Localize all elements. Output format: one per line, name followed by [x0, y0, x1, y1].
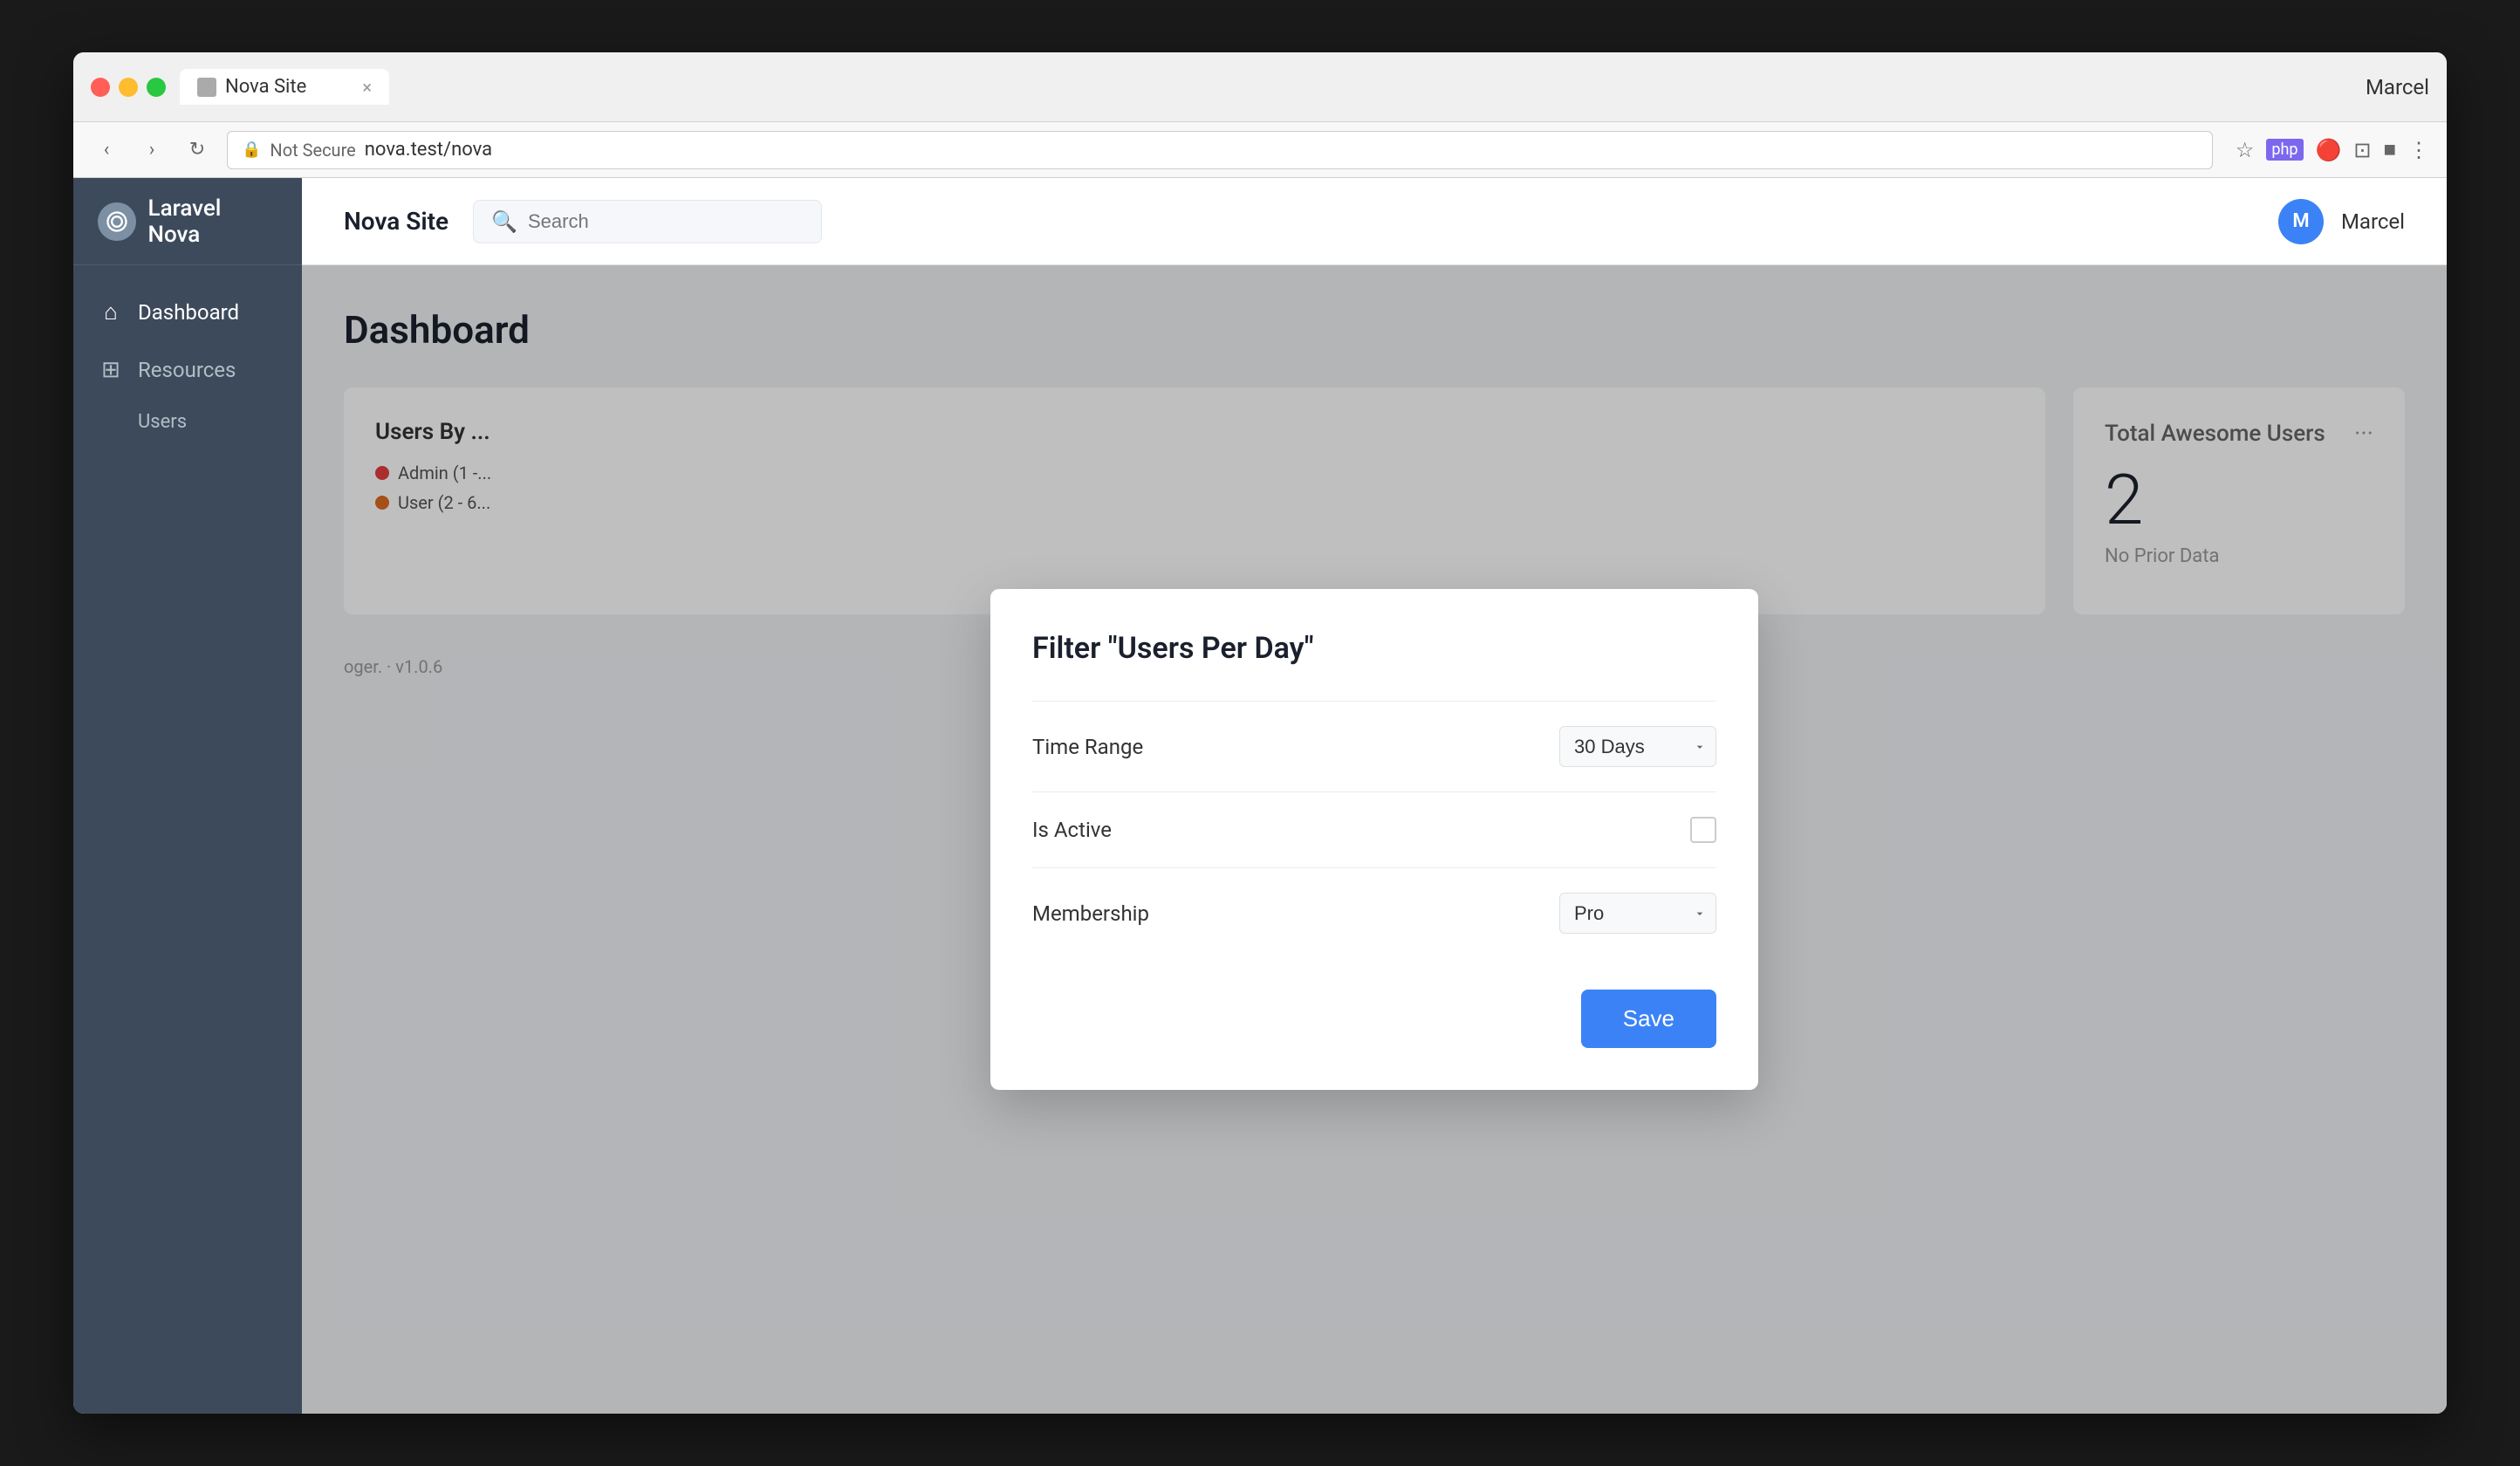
- search-bar[interactable]: 🔍: [473, 200, 822, 243]
- modal-label-membership: Membership: [1032, 901, 1149, 926]
- modal-footer: Save: [1032, 972, 1716, 1048]
- modal-label-is-active: Is Active: [1032, 818, 1112, 842]
- url-display: nova.test/nova: [365, 139, 492, 161]
- main-content: Nova Site 🔍 M Marcel Dashboard Users By …: [302, 178, 2447, 1414]
- site-name: Nova Site: [344, 207, 449, 236]
- lock-icon: 🔒: [242, 140, 261, 159]
- sidebar-label-dashboard: Dashboard: [138, 300, 239, 325]
- modal-row-is-active: Is Active: [1032, 791, 1716, 867]
- extension-icon-3[interactable]: ■: [2384, 137, 2397, 162]
- back-button[interactable]: ‹: [91, 134, 122, 166]
- resources-icon: ⊞: [98, 357, 124, 383]
- sidebar-item-users[interactable]: Users: [138, 399, 302, 445]
- close-button[interactable]: [91, 78, 110, 97]
- browser-titlebar: Nova Site × Marcel: [73, 52, 2447, 122]
- app-layout: Laravel Nova ⌂ Dashboard ⊞ Resources Use…: [73, 178, 2447, 1414]
- page-body: Dashboard Users By ... Admin (1 -...: [302, 265, 2447, 1414]
- sidebar: Laravel Nova ⌂ Dashboard ⊞ Resources Use…: [73, 178, 302, 1414]
- user-name: Marcel: [2341, 209, 2405, 234]
- forward-button[interactable]: ›: [136, 134, 168, 166]
- modal-title: Filter "Users Per Day": [1032, 631, 1716, 666]
- sidebar-item-resources[interactable]: ⊞ Resources: [73, 341, 302, 399]
- extension-icon-2[interactable]: ⊡: [2353, 138, 2371, 162]
- bookmark-icon[interactable]: ☆: [2236, 138, 2255, 162]
- user-avatar: M: [2278, 199, 2324, 244]
- sidebar-item-dashboard[interactable]: ⌂ Dashboard: [73, 283, 302, 341]
- browser-nav: ‹ › ↻ 🔒 Not Secure nova.test/nova ☆ php …: [73, 122, 2447, 178]
- php-badge: php: [2266, 139, 2303, 161]
- address-bar[interactable]: 🔒 Not Secure nova.test/nova: [227, 131, 2213, 169]
- maximize-button[interactable]: [147, 78, 166, 97]
- tab-close-button[interactable]: ×: [362, 77, 372, 98]
- menu-icon[interactable]: ⋮: [2408, 138, 2429, 162]
- search-input[interactable]: [528, 210, 804, 233]
- sidebar-label-users: Users: [138, 411, 187, 433]
- security-label: Not Secure: [270, 140, 355, 161]
- time-range-select[interactable]: 7 Days 30 Days 60 Days 90 Days: [1559, 726, 1716, 767]
- dashboard-icon: ⌂: [98, 298, 124, 325]
- reload-button[interactable]: ↻: [181, 134, 213, 166]
- nav-actions: ☆ php 🔴 ⊡ ■ ⋮: [2236, 137, 2429, 162]
- modal-overlay[interactable]: Filter "Users Per Day" Time Range 7 Days…: [302, 265, 2447, 1414]
- sidebar-nav: ⌂ Dashboard ⊞ Resources Users: [73, 265, 302, 462]
- tab-title: Nova Site: [225, 76, 306, 98]
- sidebar-brand: Laravel Nova: [73, 178, 302, 265]
- minimize-button[interactable]: [119, 78, 138, 97]
- modal-row-membership: Membership Free Pro Enterprise: [1032, 867, 1716, 958]
- save-button[interactable]: Save: [1581, 990, 1716, 1048]
- sidebar-subnav: Users: [73, 399, 302, 445]
- brand-name: Laravel Nova: [148, 195, 277, 248]
- search-icon: 🔍: [491, 209, 517, 234]
- window-user: Marcel: [2366, 75, 2429, 99]
- brand-logo: [98, 202, 136, 241]
- membership-select[interactable]: Free Pro Enterprise: [1559, 893, 1716, 934]
- top-header: Nova Site 🔍 M Marcel: [302, 178, 2447, 265]
- is-active-checkbox[interactable]: [1690, 817, 1716, 843]
- filter-modal: Filter "Users Per Day" Time Range 7 Days…: [990, 589, 1758, 1090]
- modal-row-time-range: Time Range 7 Days 30 Days 60 Days 90 Day…: [1032, 701, 1716, 791]
- modal-label-time-range: Time Range: [1032, 735, 1143, 759]
- header-right: M Marcel: [2278, 199, 2405, 244]
- sidebar-label-resources: Resources: [138, 358, 236, 382]
- browser-tab[interactable]: Nova Site ×: [180, 69, 389, 105]
- tab-favicon: [197, 78, 216, 97]
- traffic-lights: [91, 78, 166, 97]
- extension-icon-1[interactable]: 🔴: [2316, 138, 2342, 162]
